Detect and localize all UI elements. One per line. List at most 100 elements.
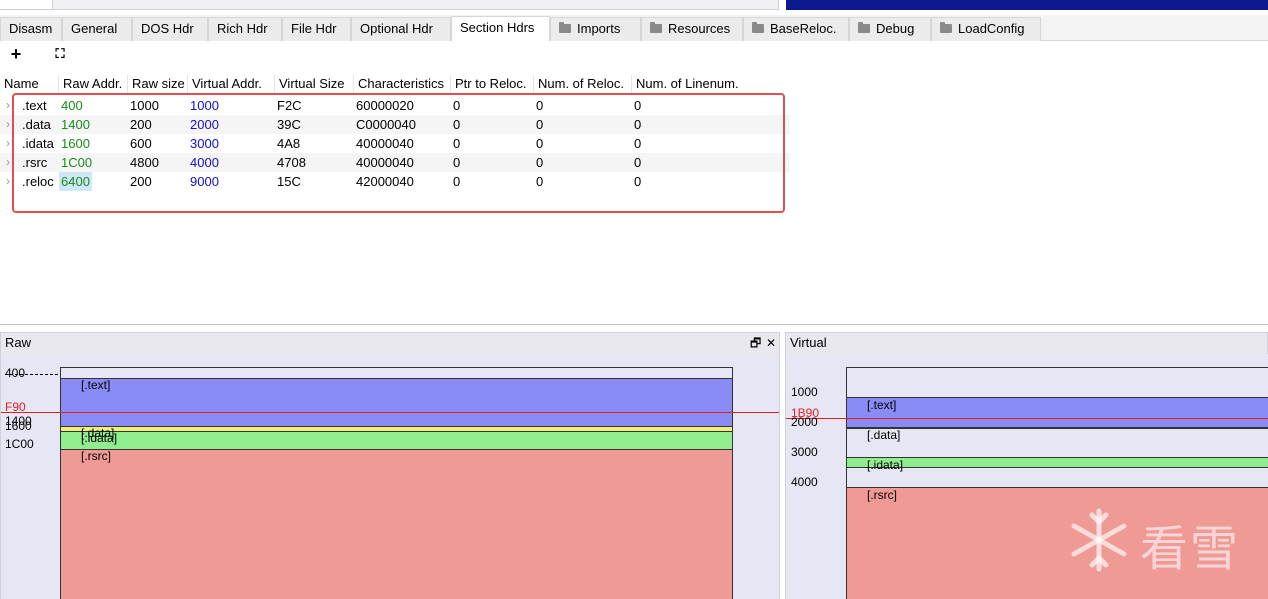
cell-virtual-size: 15C <box>277 174 301 189</box>
cell-raw-size: 200 <box>130 117 152 132</box>
raw-section-text[interactable] <box>60 378 733 427</box>
tab-disasm[interactable]: Disasm <box>0 17 62 41</box>
column-header-virtual-addr[interactable]: Virtual Addr. <box>187 75 274 93</box>
expand-chevron-icon[interactable]: › <box>6 134 10 153</box>
virtual-section-label: [.data] <box>867 428 901 442</box>
cell-characteristics: C0000040 <box>356 117 416 132</box>
cell-characteristics: 40000040 <box>356 155 414 170</box>
tab-rich-hdr[interactable]: Rich Hdr <box>208 17 282 41</box>
virtual-panel-header: Virtual <box>785 332 1268 354</box>
cell-ptr-to-reloc: 0 <box>453 136 461 151</box>
column-header-name[interactable]: Name <box>0 75 58 93</box>
raw-section-idata[interactable] <box>60 431 733 450</box>
virtual-section-label: [.idata] <box>867 458 904 472</box>
expand-chevron-icon[interactable]: › <box>6 96 10 115</box>
table-row[interactable]: › .rsrc 1C00 4800 4000 4708 40000040 0 0… <box>0 153 790 172</box>
raw-section-rsrc[interactable] <box>60 449 733 599</box>
tab-dos-hdr[interactable]: DOS Hdr <box>132 17 208 41</box>
tab-label: Debug <box>876 21 915 36</box>
cell-num-of-linenum: 0 <box>634 98 642 113</box>
cell-ptr-to-reloc: 0 <box>453 155 461 170</box>
virtual-section-idata[interactable] <box>846 457 1268 468</box>
cell-virtual-addr: 2000 <box>190 117 219 132</box>
cell-name: .text <box>22 98 47 113</box>
cell-characteristics: 60000020 <box>356 98 414 113</box>
expand-chevron-icon[interactable]: › <box>6 172 10 191</box>
tab-imports[interactable]: Imports <box>550 17 641 41</box>
table-row[interactable]: › .reloc 6400 200 9000 15C 42000040 0 0 … <box>0 172 790 191</box>
raw-axis-label: 400 <box>5 366 26 380</box>
tab-loadconfig[interactable]: LoadConfig <box>931 17 1041 41</box>
virtual-section-text[interactable] <box>846 397 1268 428</box>
raw-axis-label: 1C00 <box>5 437 34 451</box>
tab-label: Optional Hdr <box>360 21 433 36</box>
virtual-section-label: [.text] <box>867 398 897 412</box>
tab-label: File Hdr <box>291 21 337 36</box>
column-header-ptr-to-reloc[interactable]: Ptr to Reloc. <box>450 75 533 93</box>
cell-raw-addr: 1400 <box>61 117 90 132</box>
virtual-panel-title: Virtual <box>790 335 827 350</box>
panel-divider[interactable] <box>0 324 1268 325</box>
tab-section-hdrs[interactable]: Section Hdrs <box>451 16 550 41</box>
tab-general[interactable]: General <box>62 17 132 41</box>
table-row[interactable]: › .idata 1600 600 3000 4A8 40000040 0 0 … <box>0 134 790 153</box>
table-row[interactable]: › .data 1400 200 2000 39C C0000040 0 0 0 <box>0 115 790 134</box>
folder-icon <box>752 22 764 33</box>
tab-label: Disasm <box>9 21 53 36</box>
column-header-characteristics[interactable]: Characteristics <box>353 75 450 93</box>
virtual-section-rsrc[interactable] <box>846 487 1268 599</box>
cell-virtual-size: 4708 <box>277 155 306 170</box>
raw-section-label: [.idata] <box>81 431 118 445</box>
tab-label: DOS Hdr <box>141 21 194 36</box>
cell-virtual-addr: 9000 <box>190 174 219 189</box>
tab-label: Resources <box>668 21 731 36</box>
cell-num-of-reloc: 0 <box>536 174 544 189</box>
close-icon[interactable]: ✕ <box>766 333 776 353</box>
cell-num-of-reloc: 0 <box>536 136 544 151</box>
table-row[interactable]: › .text 400 1000 1000 F2C 60000020 0 0 0 <box>0 96 790 115</box>
raw-cursor-label: F90 <box>5 400 26 414</box>
tab-debug[interactable]: Debug <box>849 17 931 41</box>
raw-panel-body[interactable]: [.text] [.data] [.idata] [.rsrc] 400 F90… <box>0 354 780 599</box>
tab-bar: Disasm General DOS Hdr Rich Hdr File Hdr… <box>0 15 1268 41</box>
tab-resources[interactable]: Resources <box>641 17 743 41</box>
folder-icon <box>940 22 952 33</box>
column-header-num-of-reloc[interactable]: Num. of Reloc. <box>533 75 631 93</box>
tab-label: BaseReloc. <box>770 21 837 36</box>
tab-basereloc[interactable]: BaseReloc. <box>743 17 849 41</box>
cell-num-of-reloc: 0 <box>536 98 544 113</box>
tab-file-hdr[interactable]: File Hdr <box>282 17 351 41</box>
raw-section-label: [.text] <box>81 378 111 392</box>
cell-name: .data <box>22 117 51 132</box>
raw-section-label: [.rsrc] <box>81 449 111 463</box>
cell-virtual-addr: 4000 <box>190 155 219 170</box>
top-strip-right <box>786 0 1268 10</box>
cell-num-of-linenum: 0 <box>634 117 642 132</box>
virtual-section-label: [.rsrc] <box>867 488 897 502</box>
column-header-raw-addr[interactable]: Raw Addr. <box>58 75 127 93</box>
cell-raw-addr[interactable]: 6400 <box>59 172 92 191</box>
virtual-axis-label: 2000 <box>791 415 818 429</box>
tab-label: Rich Hdr <box>217 21 268 36</box>
column-header-raw-size[interactable]: Raw size <box>127 75 187 93</box>
cell-characteristics: 42000040 <box>356 174 414 189</box>
top-strip <box>0 0 1268 14</box>
plus-icon[interactable]: + <box>6 44 26 64</box>
cell-virtual-size: 39C <box>277 117 301 132</box>
virtual-panel-body[interactable]: [.text] [.data] [.idata] [.rsrc] 1000 1B… <box>785 354 1268 599</box>
cell-num-of-reloc: 0 <box>536 155 544 170</box>
cell-raw-size: 4800 <box>130 155 159 170</box>
tab-optional-hdr[interactable]: Optional Hdr <box>351 17 451 41</box>
raw-panel-title: Raw <box>5 335 32 350</box>
restore-icon[interactable]: 🗗 <box>750 333 761 353</box>
folder-icon <box>650 22 662 33</box>
cell-name: .idata <box>22 136 54 151</box>
expand-chevron-icon[interactable]: › <box>6 153 10 172</box>
expand-chevron-icon[interactable]: › <box>6 115 10 134</box>
virtual-section-data[interactable] <box>846 427 1268 429</box>
column-header-num-of-linenum[interactable]: Num. of Linenum. <box>631 75 761 93</box>
column-header-virtual-size[interactable]: Virtual Size <box>274 75 353 93</box>
folder-icon <box>858 22 870 33</box>
cell-raw-size: 200 <box>130 174 152 189</box>
fit-screen-icon[interactable]: ⛶ <box>50 44 70 64</box>
